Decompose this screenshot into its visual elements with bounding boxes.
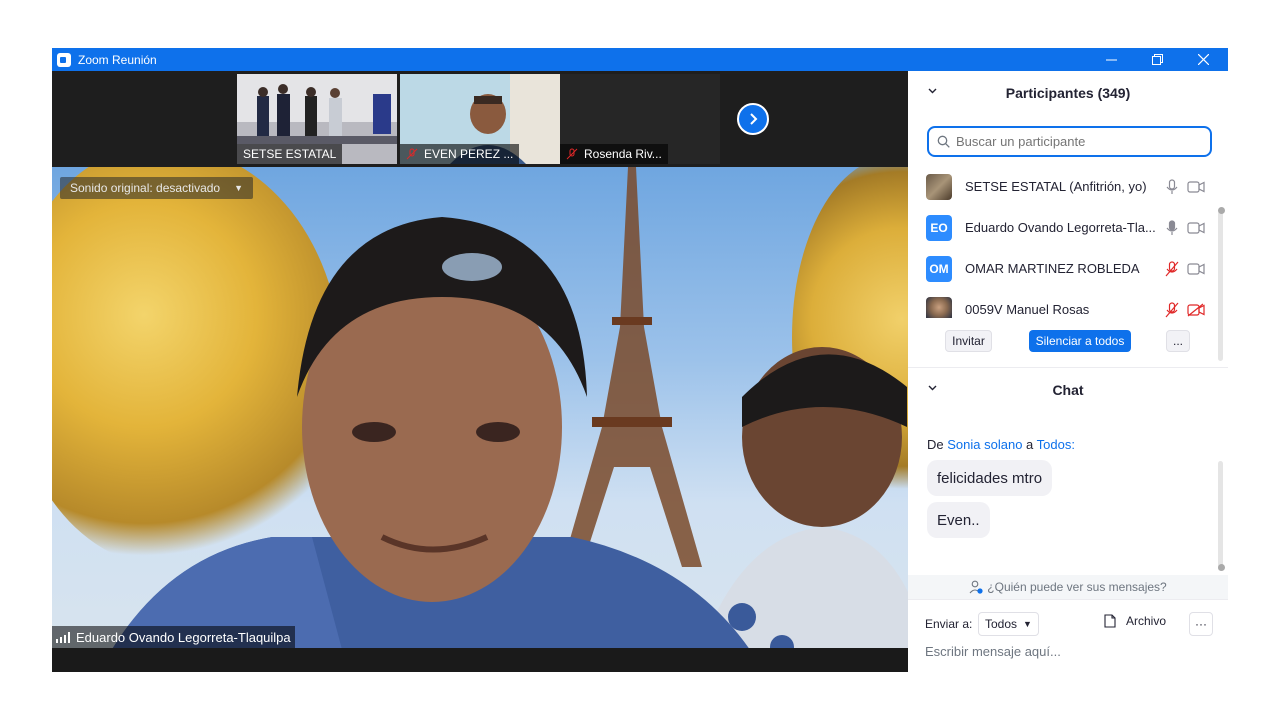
speaker-person — [112, 217, 749, 648]
video-area: SETSE ESTATAL EVEN PEREZ ... Rosenda Riv… — [52, 71, 908, 672]
participants-header: Participantes (349) — [908, 71, 1228, 115]
chat-message-text: felicidades mtro — [937, 469, 1043, 487]
mute-all-button[interactable]: Silenciar a todos — [1029, 330, 1131, 352]
original-sound-toggle[interactable]: Sonido original: desactivado ▼ — [60, 177, 254, 199]
search-icon — [937, 135, 950, 148]
speaker-name-tag: Eduardo Ovando Legorreta-Tlaquilpa — [52, 626, 295, 648]
muted-microphone-icon[interactable] — [1165, 301, 1179, 318]
participant-avatar: OM — [926, 255, 952, 282]
microphone-icon[interactable] — [1165, 219, 1179, 236]
file-icon — [1104, 614, 1116, 628]
meeting-controls-bar — [52, 648, 908, 672]
who-can-see-text: ¿Quién puede ver sus mensajes? — [987, 580, 1167, 594]
signal-strength-icon — [56, 631, 70, 643]
person-privacy-icon — [969, 580, 983, 594]
send-to-label: Enviar a: — [925, 617, 973, 631]
chat-message-input[interactable] — [925, 641, 1215, 661]
next-page-button[interactable] — [737, 103, 769, 135]
zoom-window: Zoom Reunión SETSE ESTATAL EVEN PEREZ ..… — [52, 48, 1228, 672]
participant-name: Eduardo Ovando Legorreta-Tla... — [965, 220, 1156, 235]
chevron-down-icon: ▼ — [234, 183, 244, 193]
chat-title: Chat — [1052, 382, 1084, 398]
participant-row[interactable]: SETSE ESTATAL (Anfitrión, yo) — [908, 166, 1228, 207]
video-thumbnail[interactable]: EVEN PEREZ ... — [400, 74, 560, 164]
participant-avatar — [926, 173, 952, 200]
thumbnail-name-label: EVEN PEREZ ... — [400, 144, 520, 164]
participant-name: OMAR MARTINEZ ROBLEDA — [965, 261, 1140, 276]
who-can-see-messages-link[interactable]: ¿Quién puede ver sus mensajes? — [908, 575, 1228, 599]
chat-recipient[interactable]: Todos: — [1037, 437, 1075, 452]
microphone-icon[interactable] — [1165, 178, 1179, 195]
participant-name: SETSE ESTATAL (Anfitrión, yo) — [965, 179, 1147, 194]
video-thumbnail[interactable]: SETSE ESTATAL — [237, 74, 397, 164]
restore-icon — [1151, 54, 1163, 65]
zoom-app-icon — [57, 52, 71, 67]
participant-search-input[interactable] — [956, 134, 1196, 149]
thumbnail-strip: SETSE ESTATAL EVEN PEREZ ... Rosenda Riv… — [52, 71, 908, 167]
participant-avatar: EO — [926, 214, 952, 241]
collapse-chevron-icon[interactable] — [928, 86, 937, 95]
panel-divider — [908, 599, 1228, 600]
avatar-initials: EO — [930, 220, 948, 235]
thumbnail-name-label: Rosenda Riv... — [560, 144, 668, 164]
chat-message-bubble: felicidades mtro — [927, 460, 1053, 496]
title-bar: Zoom Reunión — [52, 48, 1228, 71]
collapse-chevron-icon[interactable] — [928, 383, 937, 392]
scrollbar-handle[interactable] — [1218, 564, 1225, 571]
participant-list-scrollbar[interactable] — [1218, 211, 1223, 361]
chevron-down-icon: ▼ — [1023, 619, 1032, 629]
active-speaker-video[interactable]: Sonido original: desactivado ▼ Eduardo O… — [52, 167, 908, 648]
send-to-dropdown[interactable]: Todos ▼ — [978, 612, 1039, 636]
chat-header: Chat — [908, 368, 1228, 412]
restore-button[interactable] — [1134, 48, 1180, 71]
video-thumbnail[interactable]: Rosenda Riv... — [560, 74, 720, 164]
minimize-icon — [1105, 59, 1117, 61]
participant-list: SETSE ESTATAL (Anfitrión, yo) EO Eduardo… — [908, 166, 1228, 318]
close-icon — [1197, 54, 1209, 65]
chat-message-header: De Sonia solano a Todos: — [927, 437, 1075, 452]
close-button[interactable] — [1180, 48, 1226, 71]
side-panel: Participantes (349) SETSE ESTATAL (Anfit… — [908, 71, 1228, 672]
avatar-initials: OM — [929, 261, 949, 276]
participant-avatar — [926, 296, 952, 318]
thumbnail-name-label: SETSE ESTATAL — [237, 144, 343, 164]
video-camera-icon[interactable] — [1187, 262, 1205, 276]
chevron-right-icon — [750, 113, 758, 125]
chat-to-word: a — [1026, 437, 1034, 452]
more-options-button[interactable]: ... — [1166, 330, 1190, 352]
speaker-name: Eduardo Ovando Legorreta-Tlaquilpa — [76, 629, 291, 645]
chat-message-text: Even.. — [937, 511, 980, 529]
scrollbar-handle[interactable] — [1218, 207, 1225, 214]
participants-title: Participantes (349) — [1005, 85, 1131, 101]
original-sound-label: Sonido original: desactivado — [70, 181, 221, 195]
participant-search-box[interactable] — [927, 126, 1212, 157]
video-camera-icon[interactable] — [1187, 180, 1205, 194]
video-camera-icon[interactable] — [1187, 221, 1205, 235]
chat-scrollbar[interactable] — [1218, 461, 1223, 571]
file-button[interactable]: Archivo — [1104, 614, 1166, 628]
thumbnail-name: EVEN PEREZ ... — [424, 147, 514, 161]
muted-mic-icon — [566, 148, 578, 160]
more-icon: ··· — [1195, 617, 1207, 631]
chat-from-prefix: De — [927, 437, 944, 452]
chat-sender[interactable]: Sonia solano — [947, 437, 1022, 452]
thumbnail-name: Rosenda Riv... — [584, 147, 662, 161]
send-to-value: Todos — [985, 617, 1018, 631]
chat-more-button[interactable]: ··· — [1189, 612, 1213, 636]
thumbnail-name: SETSE ESTATAL — [243, 147, 337, 161]
participant-row[interactable]: EO Eduardo Ovando Legorreta-Tla... — [908, 207, 1228, 248]
invite-button[interactable]: Invitar — [945, 330, 992, 352]
participant-row[interactable]: OM OMAR MARTINEZ ROBLEDA — [908, 248, 1228, 289]
minimize-button[interactable] — [1088, 48, 1134, 71]
chat-message-bubble: Even.. — [927, 502, 990, 538]
video-off-icon[interactable] — [1187, 303, 1205, 317]
chat-send-controls: Enviar a: Todos ▼ Archivo ··· — [908, 611, 1228, 637]
participant-row[interactable]: 0059V Manuel Rosas — [908, 289, 1228, 318]
muted-microphone-icon[interactable] — [1165, 260, 1179, 277]
participant-name: 0059V Manuel Rosas — [965, 302, 1090, 317]
muted-mic-icon — [406, 148, 418, 160]
file-label: Archivo — [1126, 614, 1167, 628]
window-title: Zoom Reunión — [78, 52, 157, 67]
